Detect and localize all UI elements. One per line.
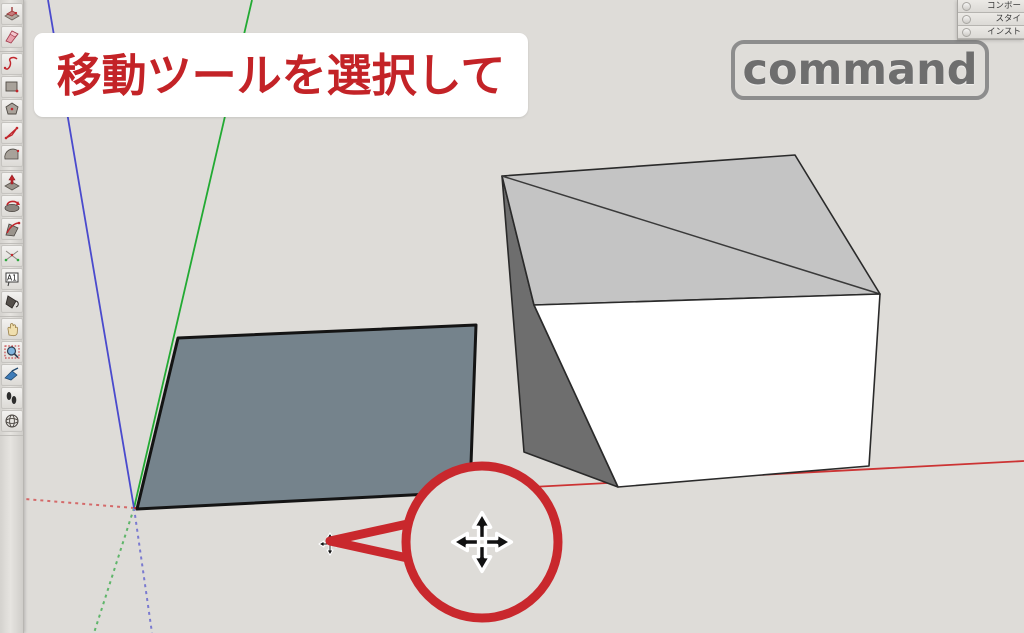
push-pull-tool[interactable]: [1, 3, 23, 25]
command-key-label: command: [742, 44, 978, 95]
line-tool[interactable]: [1, 122, 23, 144]
tray-row-styles[interactable]: スタイ: [958, 13, 1024, 26]
rotate-tool[interactable]: [1, 195, 23, 217]
tray-label-instructor: インスト: [987, 26, 1021, 37]
position-camera-tool[interactable]: [1, 364, 23, 386]
default-tray-panel[interactable]: コンポー スタイ インスト: [957, 0, 1024, 40]
box-top-face[interactable]: [501, 154, 881, 306]
pan-tool[interactable]: [1, 318, 23, 340]
axis-green-negative: [93, 507, 135, 633]
eraser-tool[interactable]: [1, 26, 23, 48]
instruction-banner: 移動ツールを選択して: [34, 33, 528, 117]
orbit-tool[interactable]: [1, 410, 23, 432]
sketchup-window: A1 コンポー スタイ インスト 移動ツールを選択して command: [0, 0, 1024, 633]
tray-row-components[interactable]: コンポー: [958, 0, 1024, 13]
tray-row-instructor[interactable]: インスト: [958, 26, 1024, 39]
collapse-toggle-icon[interactable]: [962, 14, 971, 24]
paint-bucket-tool[interactable]: [1, 291, 23, 313]
svg-text:A1: A1: [7, 274, 17, 283]
walk-tool[interactable]: [1, 387, 23, 409]
scale-tool[interactable]: [1, 218, 23, 240]
arc-tool[interactable]: [1, 145, 23, 167]
cursor-callout: [325, 455, 650, 625]
move-tool[interactable]: [1, 172, 23, 194]
freehand-tool[interactable]: [1, 53, 23, 75]
polygon-tool[interactable]: [1, 99, 23, 121]
callout-magnifier-circle: [401, 461, 563, 623]
tool-group-transform: [0, 171, 23, 244]
tool-group-camera: [0, 317, 23, 436]
tool-group-draw: [0, 52, 23, 171]
command-key-badge: command: [731, 40, 989, 100]
collapse-toggle-icon[interactable]: [962, 1, 971, 11]
rectangle-tool[interactable]: [1, 76, 23, 98]
tape-measure-tool[interactable]: [1, 245, 23, 267]
tool-group-modify: [0, 2, 23, 52]
tool-group-construction: A1: [0, 244, 23, 317]
zoom-window-tool[interactable]: [1, 341, 23, 363]
instruction-banner-text: 移動ツールを選択して: [56, 48, 506, 102]
axis-blue-negative: [133, 507, 153, 633]
collapse-toggle-icon[interactable]: [962, 27, 971, 37]
tray-label-components: コンポー: [986, 0, 1021, 11]
tool-palette[interactable]: A1: [0, 0, 24, 633]
text-tool[interactable]: A1: [1, 268, 23, 290]
tray-label-styles: スタイ: [995, 13, 1021, 24]
